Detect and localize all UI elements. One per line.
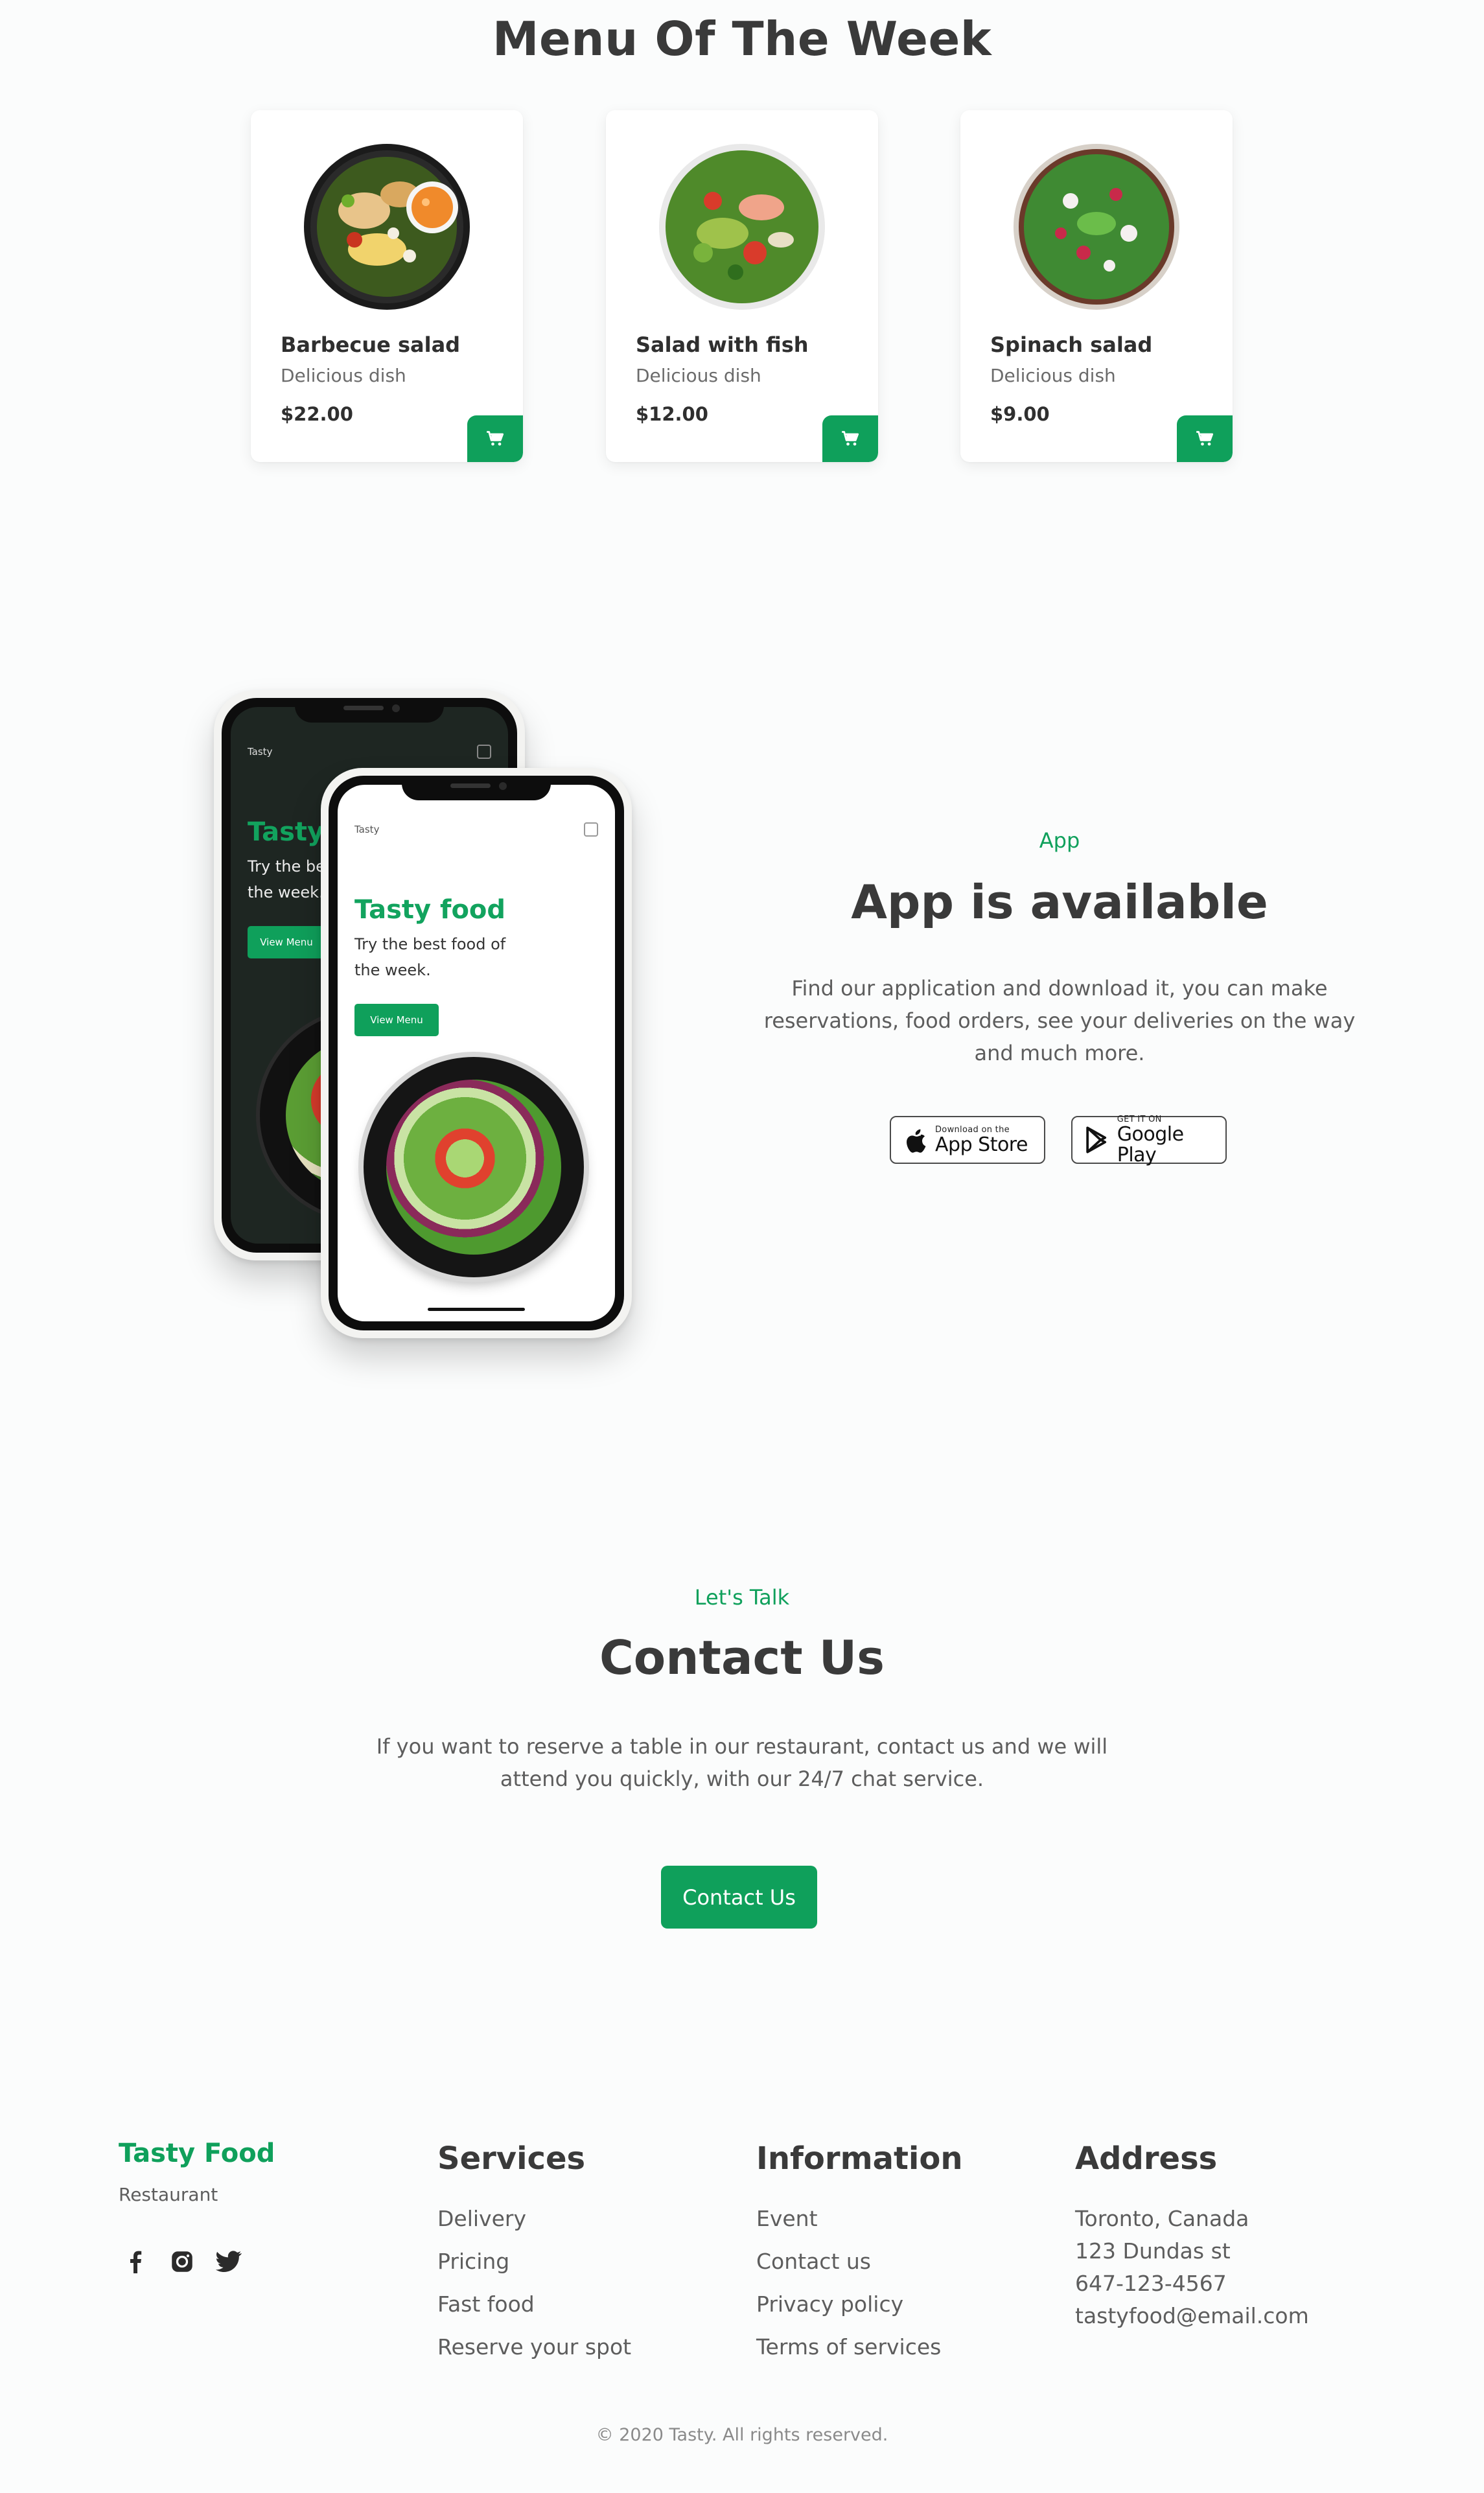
google-play-icon (1086, 1126, 1107, 1154)
footer-link-pricing[interactable]: Pricing (437, 2249, 509, 2274)
dish-price: $22.00 (281, 403, 353, 425)
dish-description: Delicious dish (281, 365, 406, 386)
footer-address-email[interactable]: tastyfood@email.com (1075, 2303, 1309, 2328)
grid-icon (477, 745, 491, 759)
facebook-icon[interactable] (121, 2247, 150, 2276)
instagram-icon[interactable] (168, 2247, 196, 2276)
menu-section-title: Menu Of The Week (492, 12, 992, 66)
dish-name: Barbecue salad (281, 332, 461, 357)
phone-line-2: the week. (248, 883, 324, 901)
app-eyebrow: App (1039, 828, 1080, 853)
phone-line-2: the week. (354, 961, 431, 979)
phone-front: Tasty Tasty food Try the best food of th… (321, 768, 632, 1338)
cart-icon (1196, 431, 1214, 446)
phone-view-menu-button: View Menu (354, 1004, 439, 1036)
footer-address-street: 123 Dundas st (1075, 2238, 1231, 2264)
footer-link-terms[interactable]: Terms of services (756, 2334, 941, 2360)
dish-price: $9.00 (990, 403, 1050, 425)
cart-icon (842, 431, 859, 446)
home-indicator (428, 1308, 525, 1311)
dish-name: Spinach salad (990, 332, 1153, 357)
cart-icon (487, 431, 504, 446)
spinach-salad-image (1014, 144, 1179, 310)
google-play-label: Google Play (1117, 1122, 1184, 1166)
add-to-cart-button[interactable] (822, 415, 878, 462)
app-phones-illustration: Tasty Tasty food Try the best food of th… (178, 664, 667, 1371)
menu-card-barbecue-salad[interactable]: Barbecue salad Delicious dish $22.00 (251, 110, 523, 462)
app-description: Find our application and download it, yo… (763, 976, 1356, 1065)
footer-link-delivery[interactable]: Delivery (437, 2206, 526, 2231)
footer-address-phone[interactable]: 647-123-4567 (1075, 2271, 1227, 2296)
footer-brand[interactable]: Tasty Food (119, 2139, 275, 2168)
contact-description: If you want to reserve a table in our re… (376, 1734, 1108, 1791)
twitter-icon[interactable] (214, 2247, 243, 2276)
menu-card-salad-with-fish[interactable]: Salad with fish Delicious dish $12.00 (606, 110, 878, 462)
apple-icon (907, 1129, 926, 1153)
app-title: App is available (851, 875, 1268, 929)
footer-brand-subtitle: Restaurant (119, 2184, 218, 2205)
contact-title: Contact Us (599, 1630, 885, 1685)
contact-eyebrow: Let's Talk (694, 1585, 790, 1610)
dish-description: Delicious dish (990, 365, 1116, 386)
add-to-cart-button[interactable] (1177, 415, 1233, 462)
add-to-cart-button[interactable] (467, 415, 523, 462)
phone-headline: Tasty food (354, 895, 506, 925)
barbecue-salad-image (304, 144, 470, 310)
phone-dish-image (364, 1057, 584, 1277)
footer-information-title: Information (756, 2140, 963, 2177)
footer-address-title: Address (1075, 2140, 1218, 2177)
contact-us-button[interactable]: Contact Us (661, 1866, 817, 1929)
grid-icon (584, 822, 598, 837)
google-play-button[interactable]: GET IT ON Google Play (1071, 1115, 1227, 1166)
footer-link-contact-us[interactable]: Contact us (756, 2249, 871, 2274)
app-store-button[interactable]: Download on the App Store (890, 1116, 1045, 1164)
footer-link-reserve-spot[interactable]: Reserve your spot (437, 2334, 631, 2360)
footer-address-city: Toronto, Canada (1075, 2206, 1249, 2231)
phone-line-1: Try the best food of (354, 935, 506, 953)
dish-description: Delicious dish (636, 365, 761, 386)
phone-brand: Tasty (248, 746, 273, 758)
copyright-text: © 2020 Tasty. All rights reserved. (596, 2425, 888, 2445)
footer-link-privacy-policy[interactable]: Privacy policy (756, 2291, 903, 2317)
footer-link-event[interactable]: Event (756, 2206, 818, 2231)
footer-services-title: Services (437, 2140, 586, 2177)
phone-brand: Tasty (354, 824, 380, 835)
dish-price: $12.00 (636, 403, 708, 425)
salad-with-fish-image (659, 144, 825, 310)
footer-link-fast-food[interactable]: Fast food (437, 2291, 535, 2317)
app-store-label: App Store (935, 1133, 1028, 1156)
dish-name: Salad with fish (636, 332, 809, 357)
phone-view-menu-button: View Menu (248, 926, 325, 958)
menu-card-spinach-salad[interactable]: Spinach salad Delicious dish $9.00 (960, 110, 1233, 462)
